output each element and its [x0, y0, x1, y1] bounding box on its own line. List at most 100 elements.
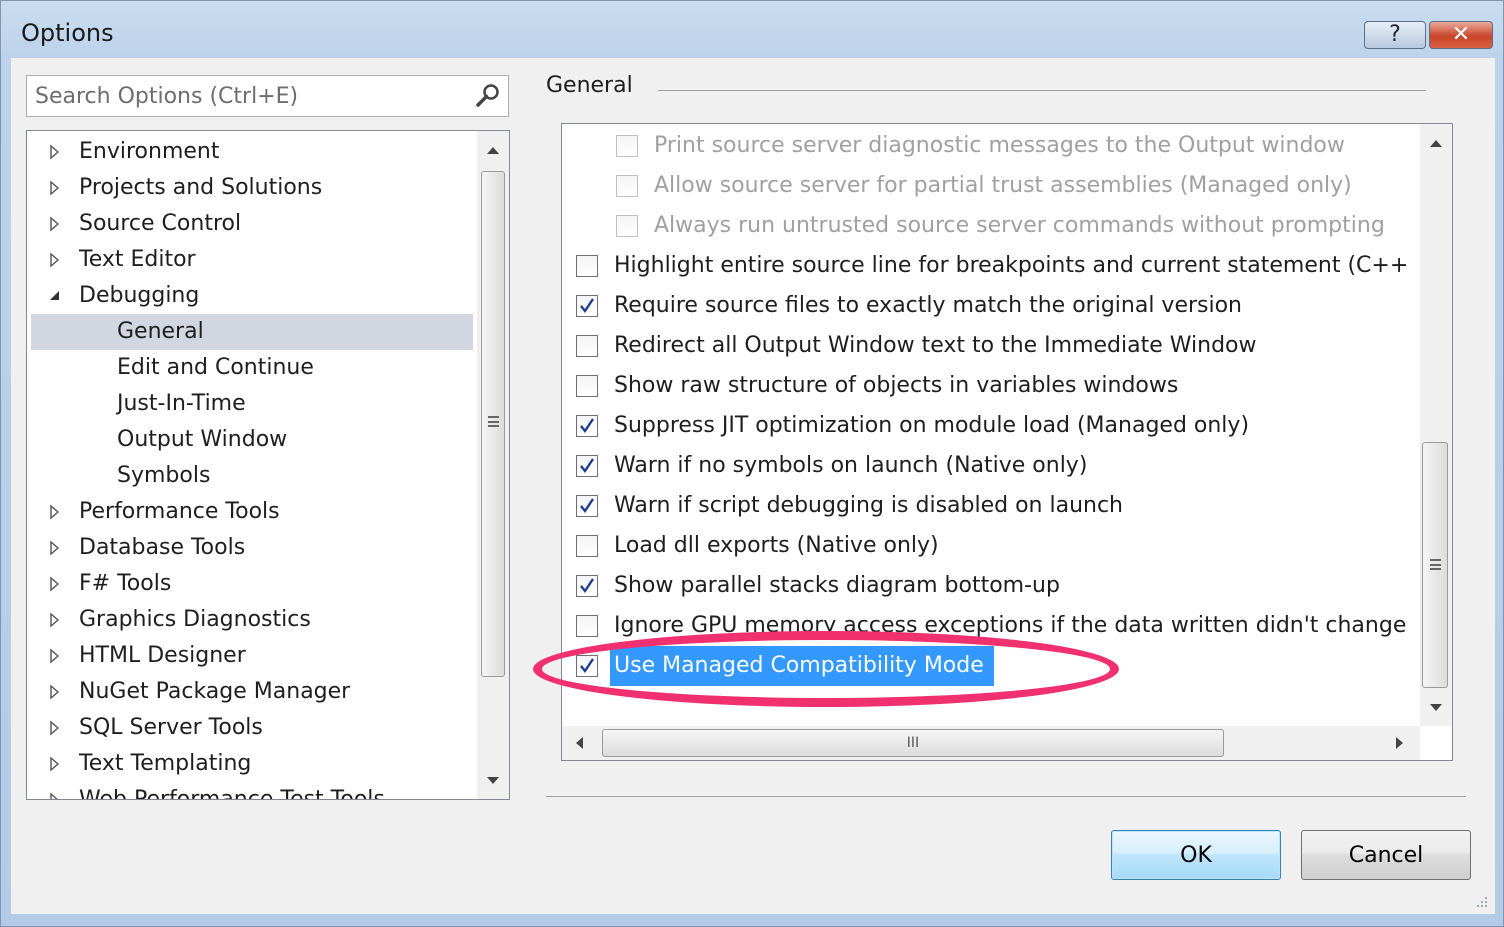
expand-arrow-icon[interactable]: [47, 684, 63, 700]
scroll-up-arrow-icon[interactable]: [487, 147, 499, 154]
checkmark-icon: [580, 658, 594, 674]
expand-arrow-icon[interactable]: [47, 756, 63, 772]
collapse-arrow-icon[interactable]: [47, 288, 63, 304]
option-label: Load dll exports (Native only): [614, 533, 939, 558]
tree-item-label: HTML Designer: [79, 643, 246, 668]
tree-item-label: Graphics Diagnostics: [79, 607, 311, 632]
option-checkbox[interactable]: [576, 495, 598, 517]
tree-selection-highlight: [31, 314, 473, 350]
panel-hscroll-thumb[interactable]: III: [602, 729, 1224, 757]
option-row[interactable]: Warn if script debugging is disabled on …: [562, 486, 1418, 526]
option-label: Allow source server for partial trust as…: [654, 173, 1352, 198]
option-checkbox: [616, 135, 638, 157]
option-label: Use Managed Compatibility Mode: [610, 646, 994, 686]
checkmark-icon: [580, 498, 594, 514]
grip-lines-icon: III: [906, 735, 920, 751]
section-title: General: [546, 73, 633, 98]
options-tree[interactable]: Environment Projects and Solutions Source …: [26, 130, 510, 800]
option-row[interactable]: Use Managed Compatibility Mode: [562, 646, 1418, 686]
tree-item-label: Source Control: [79, 211, 242, 236]
tree-item-label: Output Window: [117, 427, 288, 452]
option-row[interactable]: Redirect all Output Window text to the I…: [562, 326, 1418, 366]
option-checkbox[interactable]: [576, 295, 598, 317]
tree-item-label: Symbols: [117, 463, 211, 488]
grip-lines-icon: [488, 416, 499, 427]
tree-item-label: Edit and Continue: [117, 355, 314, 380]
help-button[interactable]: ?: [1364, 21, 1426, 49]
bottom-divider: [546, 796, 1466, 797]
expand-arrow-icon[interactable]: [47, 252, 63, 268]
expand-arrow-icon[interactable]: [47, 612, 63, 628]
section-divider: [658, 90, 1426, 91]
option-row: Always run untrusted source server comma…: [562, 206, 1418, 246]
tree-scroll-thumb[interactable]: [481, 171, 505, 677]
option-checkbox[interactable]: [576, 535, 598, 557]
cancel-button[interactable]: Cancel: [1301, 830, 1471, 880]
expand-arrow-icon[interactable]: [47, 720, 63, 736]
option-checkbox[interactable]: [576, 255, 598, 277]
option-checkbox: [616, 175, 638, 197]
option-checkbox: [616, 215, 638, 237]
option-checkbox[interactable]: [576, 575, 598, 597]
option-row[interactable]: Show raw structure of objects in variabl…: [562, 366, 1418, 406]
option-label: Require source files to exactly match th…: [614, 293, 1242, 318]
resize-grip-icon[interactable]: [1475, 895, 1489, 909]
tree-item-label: Text Editor: [79, 247, 196, 272]
tree-item-label: Debugging: [79, 283, 200, 308]
option-row: Allow source server for partial trust as…: [562, 166, 1418, 206]
option-checkbox[interactable]: [576, 415, 598, 437]
search-icon[interactable]: [474, 82, 502, 110]
expand-arrow-icon[interactable]: [47, 504, 63, 520]
expand-arrow-icon[interactable]: [47, 180, 63, 196]
panel-scroll-thumb[interactable]: [1422, 442, 1448, 688]
checkmark-icon: [580, 458, 594, 474]
tree-item-label: Projects and Solutions: [79, 175, 323, 200]
option-label: Warn if script debugging is disabled on …: [614, 493, 1123, 518]
ok-button[interactable]: OK: [1111, 830, 1281, 880]
tree-item-label: Environment: [79, 139, 220, 164]
scroll-left-arrow-icon[interactable]: [576, 737, 583, 749]
scroll-right-arrow-icon[interactable]: [1396, 737, 1403, 749]
close-button[interactable]: ✕: [1429, 21, 1493, 49]
search-box[interactable]: [26, 75, 509, 117]
tree-item-label: SQL Server Tools: [79, 715, 263, 740]
option-row[interactable]: Load dll exports (Native only): [562, 526, 1418, 566]
option-label: Always run untrusted source server comma…: [654, 213, 1385, 238]
panel-vertical-scrollbar[interactable]: [1420, 124, 1452, 726]
option-row[interactable]: Highlight entire source line for breakpo…: [562, 246, 1418, 286]
expand-arrow-icon[interactable]: [47, 576, 63, 592]
scroll-down-arrow-icon[interactable]: [487, 777, 499, 784]
option-row[interactable]: Show parallel stacks diagram bottom-up: [562, 566, 1418, 606]
tree-item-label: Performance Tools: [79, 499, 280, 524]
panel-horizontal-scrollbar[interactable]: III: [562, 726, 1420, 760]
checkmark-icon: [580, 578, 594, 594]
grip-lines-icon: [1430, 559, 1441, 570]
scroll-up-arrow-icon[interactable]: [1430, 140, 1442, 147]
expand-arrow-icon[interactable]: [47, 648, 63, 664]
option-label: Suppress JIT optimization on module load…: [614, 413, 1250, 438]
option-row[interactable]: Warn if no symbols on launch (Native onl…: [562, 446, 1418, 486]
scroll-down-arrow-icon[interactable]: [1430, 704, 1442, 711]
option-row[interactable]: Require source files to exactly match th…: [562, 286, 1418, 326]
tree-item-label: Text Templating: [79, 751, 252, 776]
option-row: Print source server diagnostic messages …: [562, 126, 1418, 166]
tree-vertical-scrollbar[interactable]: [477, 131, 509, 799]
options-panel: III Print source server diagnostic messa…: [561, 123, 1453, 761]
checkmark-icon: [580, 298, 594, 314]
options-dialog: Options ? ✕ Environment Projects and Solu…: [0, 0, 1504, 927]
option-checkbox[interactable]: [576, 335, 598, 357]
option-checkbox[interactable]: [576, 455, 598, 477]
option-row[interactable]: Ignore GPU memory access exceptions if t…: [562, 606, 1418, 646]
tree-item-label: F# Tools: [79, 571, 172, 596]
expand-arrow-icon[interactable]: [47, 792, 63, 800]
expand-arrow-icon[interactable]: [47, 540, 63, 556]
option-row[interactable]: Suppress JIT optimization on module load…: [562, 406, 1418, 446]
option-label: Show raw structure of objects in variabl…: [614, 373, 1179, 398]
expand-arrow-icon[interactable]: [47, 216, 63, 232]
option-label: Highlight entire source line for breakpo…: [614, 253, 1409, 278]
option-checkbox[interactable]: [576, 615, 598, 637]
expand-arrow-icon[interactable]: [47, 144, 63, 160]
search-input[interactable]: [35, 82, 465, 110]
option-checkbox[interactable]: [576, 655, 598, 677]
option-checkbox[interactable]: [576, 375, 598, 397]
